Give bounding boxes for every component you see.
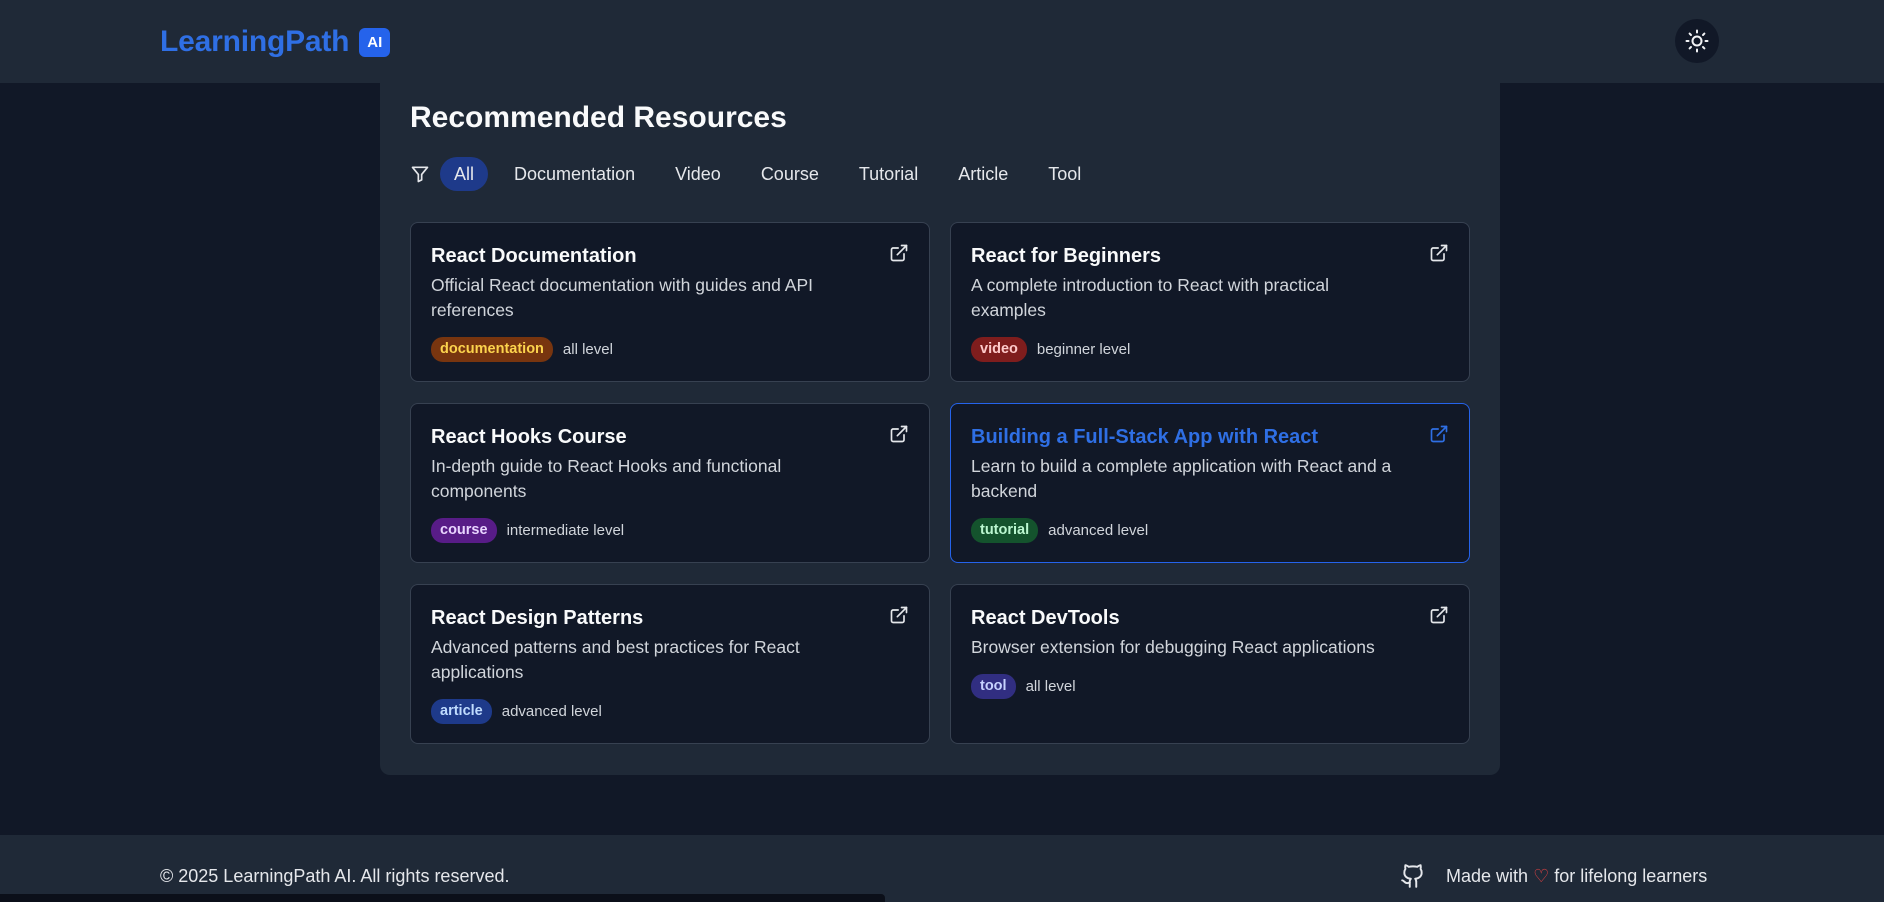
resource-level: all level xyxy=(1025,678,1076,695)
brand-ai-badge: AI xyxy=(359,27,391,57)
resource-grid: React Documentation Official React docum… xyxy=(410,222,1470,744)
filter-documentation[interactable]: Documentation xyxy=(500,157,649,191)
resource-level: all level xyxy=(562,341,613,358)
external-link-icon[interactable] xyxy=(889,243,909,263)
external-link-icon[interactable] xyxy=(1429,605,1449,625)
resource-type-badge: article xyxy=(431,699,492,724)
resources-panel: Recommended Resources All Documentation … xyxy=(380,83,1500,775)
brand-logo[interactable]: LearningPath AI xyxy=(160,22,391,62)
resource-type-badge: video xyxy=(971,337,1027,362)
filter-all[interactable]: All xyxy=(440,157,489,191)
resource-card-highlighted[interactable]: Building a Full-Stack App with React Lea… xyxy=(950,403,1470,563)
filter-tool[interactable]: Tool xyxy=(1034,157,1095,191)
page-footer: © 2025 LearningPath AI. All rights reser… xyxy=(0,835,1884,902)
resource-title: React DevTools xyxy=(971,607,1120,629)
resource-level: intermediate level xyxy=(506,522,625,539)
resource-title: Building a Full-Stack App with React xyxy=(971,426,1319,448)
resource-type-badge: course xyxy=(431,518,497,543)
top-header: LearningPath AI xyxy=(0,0,1884,83)
filter-icon xyxy=(408,162,432,186)
made-with-text: Made with ♡ for lifelong learners xyxy=(1446,866,1707,887)
resource-description: Learn to build a complete application wi… xyxy=(971,456,1392,501)
filter-bar: All Documentation Video Course Tutorial … xyxy=(408,157,1107,191)
external-link-icon[interactable] xyxy=(1429,243,1449,263)
resource-meta: tutorial advanced level xyxy=(971,518,1148,543)
resource-meta: documentation all level xyxy=(431,337,613,362)
footer-right: Made with ♡ for lifelong learners xyxy=(1400,863,1707,889)
heart-icon: ♡ xyxy=(1533,865,1550,886)
resource-title: React Documentation xyxy=(431,245,637,267)
resource-title: React Hooks Course xyxy=(431,426,627,448)
resource-card[interactable]: React Hooks Course In-depth guide to Rea… xyxy=(410,403,930,563)
resource-type-badge: tutorial xyxy=(971,518,1039,543)
external-link-icon[interactable] xyxy=(889,424,909,444)
resource-meta: video beginner level xyxy=(971,337,1130,362)
resource-description: Browser extension for debugging React ap… xyxy=(971,637,1375,657)
theme-toggle-button[interactable] xyxy=(1675,19,1719,63)
filter-course[interactable]: Course xyxy=(747,157,833,191)
resource-meta: course intermediate level xyxy=(431,518,624,543)
external-link-icon[interactable] xyxy=(1429,424,1449,444)
resource-card[interactable]: React DevTools Browser extension for deb… xyxy=(950,584,1470,744)
resource-level: advanced level xyxy=(501,703,602,720)
resource-meta: article advanced level xyxy=(431,699,602,724)
resource-type-badge: tool xyxy=(971,674,1016,699)
copyright-text: © 2025 LearningPath AI. All rights reser… xyxy=(160,866,510,886)
page-title: Recommended Resources xyxy=(410,101,787,134)
resource-card[interactable]: React Documentation Official React docum… xyxy=(410,222,930,382)
resource-title: React for Beginners xyxy=(971,245,1162,267)
brand-name: LearningPath xyxy=(160,25,350,58)
resource-level: beginner level xyxy=(1036,341,1131,358)
resource-meta: tool all level xyxy=(971,674,1076,699)
external-link-icon[interactable] xyxy=(889,605,909,625)
made-with-suffix: for lifelong learners xyxy=(1554,865,1708,886)
resource-title: React Design Patterns xyxy=(431,607,644,629)
resource-description: In-depth guide to React Hooks and functi… xyxy=(431,456,782,501)
filter-tutorial[interactable]: Tutorial xyxy=(845,157,932,191)
resource-description: Advanced patterns and best practices for… xyxy=(431,637,800,682)
browser-status-bar xyxy=(0,894,885,902)
resource-description: Official React documentation with guides… xyxy=(431,275,813,320)
filter-article[interactable]: Article xyxy=(944,157,1022,191)
filter-video[interactable]: Video xyxy=(661,157,735,191)
resource-card[interactable]: React for Beginners A complete introduct… xyxy=(950,222,1470,382)
resource-level: advanced level xyxy=(1048,522,1149,539)
made-with-prefix: Made with xyxy=(1446,865,1529,886)
resource-card[interactable]: React Design Patterns Advanced patterns … xyxy=(410,584,930,744)
github-icon[interactable] xyxy=(1400,863,1426,889)
sun-icon xyxy=(1685,29,1709,53)
resource-type-badge: documentation xyxy=(431,337,553,362)
resource-description: A complete introduction to React with pr… xyxy=(971,275,1329,320)
